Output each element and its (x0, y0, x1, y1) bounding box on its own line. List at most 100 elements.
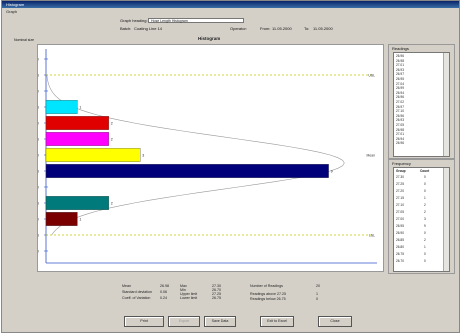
frequency-group: 27.25 (396, 182, 404, 186)
y-tick-label: 26.85 (38, 201, 39, 205)
y-tick-label: 27.30 (38, 57, 39, 61)
histogram-bar (45, 132, 109, 146)
stat-cov-value: 0.24 (160, 296, 167, 300)
reading-item[interactable]: 26.97 (396, 72, 404, 76)
frequency-title: Frequency (392, 161, 411, 166)
y-tick-label: 26.80 (38, 217, 39, 221)
graph-heading-field[interactable]: Hose Length Histogram (148, 18, 244, 23)
frequency-group: 27.10 (396, 203, 404, 207)
reading-item[interactable]: 26.96 (396, 54, 404, 58)
readings-title: Readings (392, 46, 409, 51)
frequency-count: 2 (424, 203, 426, 207)
to-value: 11.05.2000 (313, 26, 333, 31)
usl-label: USL (368, 73, 375, 77)
bar-value-label: 1 (79, 217, 81, 221)
readings-scrollbar[interactable] (443, 53, 449, 156)
stat-ll-label: Lower limit (180, 296, 198, 300)
frequency-panel: Frequency Group Count 27.30 0 27.25 0 27.20 0… (388, 159, 455, 274)
close-button[interactable]: Close (318, 316, 352, 327)
bar-value-label: 2 (111, 201, 113, 205)
reading-item[interactable]: 26.95 (396, 77, 404, 81)
export-button[interactable]: Export (168, 316, 200, 327)
mean-label: Mean (367, 153, 376, 157)
reading-item[interactable]: 26.97 (396, 105, 404, 109)
chart-title: Histogram (198, 36, 221, 41)
stat-std-value: 0.06 (160, 290, 167, 294)
frequency-count: 0 (424, 259, 426, 263)
frequency-count: 0 (424, 182, 426, 186)
reading-item[interactable]: 26.98 (396, 128, 404, 132)
frequency-count: 0 (424, 231, 426, 235)
batch-value: Coating Line 14 (134, 26, 163, 31)
stat-std-label: Standard deviation (122, 290, 152, 294)
reading-item[interactable]: 26.94 (396, 91, 404, 95)
histogram-bar (45, 100, 78, 114)
stat-above-label: Readings above 27.25 (250, 292, 286, 296)
frequency-count: 0 (424, 175, 426, 179)
save-data-button[interactable]: Save Data (204, 316, 236, 327)
frequency-group: 27.00 (396, 217, 404, 221)
frequency-group: 26.80 (396, 245, 404, 249)
frequency-group: 27.20 (396, 189, 404, 193)
batch-label: Batch: (120, 26, 132, 31)
frequency-scrollbar[interactable] (443, 168, 449, 271)
frequency-group: 26.95 (396, 224, 404, 228)
frequency-count: 2 (424, 210, 426, 214)
frequency-group: 27.30 (396, 175, 404, 179)
reading-item[interactable]: 27.05 (396, 123, 404, 127)
readings-list[interactable]: 26.96 26.98 27.01 26.93 26.97 26.95 27.04 26.99… (393, 52, 450, 157)
frequency-group: 26.70 (396, 259, 404, 263)
frequency-col-group: Group (396, 169, 406, 173)
exit-to-excel-button[interactable]: Exit to Excel (260, 316, 294, 327)
graph-heading-label: Graph heading: (120, 18, 148, 23)
y-tick-label: 26.95 (38, 169, 39, 173)
frequency-group: 26.75 (396, 252, 404, 256)
print-button[interactable]: Print (124, 316, 164, 327)
operator-label: Operator: (230, 26, 247, 31)
reading-item[interactable]: 27.02 (396, 100, 404, 104)
stat-mean-label: Mean (122, 284, 131, 288)
frequency-col-count: Count (420, 169, 430, 173)
bar-value-label: 3 (142, 153, 144, 157)
reading-item[interactable]: 27.01 (396, 63, 404, 67)
histogram-bar (45, 196, 109, 210)
histogram-bar (45, 212, 78, 226)
bar-value-label: 2 (111, 137, 113, 141)
frequency-count: 0 (424, 189, 426, 193)
reading-item[interactable]: 27.10 (396, 109, 404, 113)
axis-title: Nominal size (14, 38, 35, 42)
reading-item[interactable]: 26.98 (396, 59, 404, 63)
histogram-bar (45, 116, 109, 130)
reading-item[interactable]: 26.96 (396, 95, 404, 99)
reading-item[interactable]: 27.04 (396, 82, 404, 86)
window-title: Histogram (2, 1, 459, 8)
y-tick-label: 27.20 (38, 89, 39, 93)
histogram-bar (45, 148, 141, 162)
reading-item[interactable]: 26.96 (396, 114, 404, 118)
from-value: 11.05.2000 (272, 26, 292, 31)
reading-item[interactable]: 26.99 (396, 86, 404, 90)
frequency-table[interactable]: Group Count 27.30 0 27.25 0 27.20 0 27.15 1 27.1… (393, 167, 450, 272)
y-tick-label: 27.25 (38, 73, 39, 77)
bar-value-label: 9 (331, 169, 333, 173)
reading-item[interactable]: 26.93 (396, 118, 404, 122)
menu-graph[interactable]: Graph (2, 9, 459, 15)
frequency-count: 1 (424, 196, 426, 200)
reading-item[interactable]: 26.94 (396, 137, 404, 141)
frequency-count: 2 (424, 238, 426, 242)
frequency-count: 1 (424, 245, 426, 249)
reading-item[interactable]: 26.93 (396, 68, 404, 72)
stat-n-value: 20 (316, 284, 320, 288)
stat-n-label: Number of Readings (250, 284, 283, 288)
bar-value-label: 2 (111, 121, 113, 125)
stat-mean-value: 26.98 (160, 284, 169, 288)
frequency-count: 0 (424, 252, 426, 256)
frequency-group: 27.15 (396, 196, 404, 200)
stat-cov-label: Coeff. of Variation (122, 296, 151, 300)
reading-item[interactable]: 26.96 (396, 141, 404, 145)
histogram-panel: 27.30 27.25 27.20 27.15 27.10 27.05 27.00 26.95… (30, 44, 384, 272)
frequency-count: 9 (424, 224, 426, 228)
from-label: From: (260, 26, 271, 31)
y-tick-label: 27.15 (38, 105, 39, 109)
reading-item[interactable]: 27.01 (396, 132, 404, 136)
